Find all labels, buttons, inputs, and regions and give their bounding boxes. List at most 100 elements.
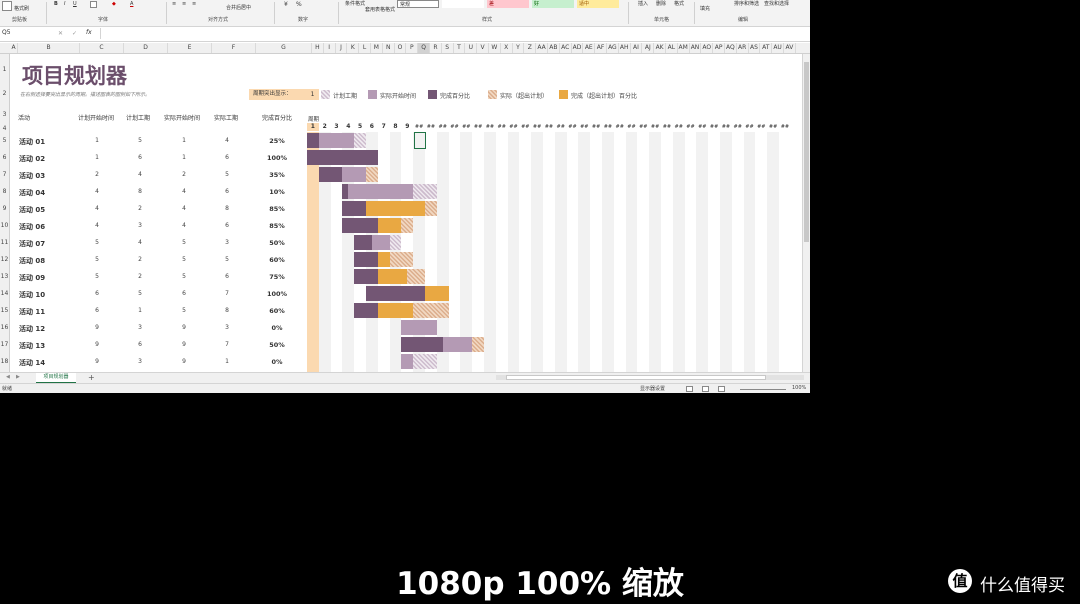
plan-duration-cell[interactable]: 3 (130, 324, 150, 331)
column-header-b[interactable]: B (18, 43, 80, 53)
actual-start-cell[interactable]: 2 (174, 171, 194, 178)
actual-start-cell[interactable]: 4 (174, 222, 194, 229)
plan-start-cell[interactable]: 1 (87, 137, 107, 144)
vertical-scroll-thumb[interactable] (804, 62, 809, 242)
plan-duration-cell[interactable]: 2 (130, 256, 150, 263)
column-header-aj[interactable]: AJ (642, 43, 655, 53)
actual-duration-cell[interactable]: 8 (217, 307, 237, 314)
percent-complete-cell[interactable]: 75% (262, 273, 292, 281)
percent-complete-cell[interactable]: 100% (262, 154, 292, 162)
tab-scroll-left-icon[interactable]: ◀ (6, 374, 10, 380)
insert-button[interactable]: 插入 (638, 0, 648, 7)
column-header-q[interactable]: Q (418, 43, 430, 53)
column-header-r[interactable]: R (430, 43, 442, 53)
actual-start-cell[interactable]: 5 (174, 256, 194, 263)
percent-complete-cell[interactable]: 85% (262, 222, 292, 230)
percent-complete-cell[interactable]: 10% (262, 188, 292, 196)
border-icon[interactable] (90, 1, 97, 8)
percent-complete-cell[interactable]: 0% (262, 324, 292, 332)
style-good[interactable]: 好 (532, 0, 574, 8)
column-header-an[interactable]: AN (690, 43, 702, 53)
actual-start-cell[interactable]: 6 (174, 290, 194, 297)
insert-function-icon[interactable]: fx (86, 29, 92, 36)
font-color-icon[interactable]: A (130, 1, 133, 7)
format-painter-button[interactable]: 格式刷 (14, 5, 29, 12)
paste-icon[interactable] (2, 1, 12, 11)
name-box[interactable]: Q5 (0, 29, 46, 39)
column-header-af[interactable]: AF (595, 43, 607, 53)
worksheet-grid[interactable]: 项目规划器 在右侧选择要突出显示的周期。描述图表的图例如下所示。 周期突出显示：… (10, 54, 802, 372)
row-header-11[interactable]: 11 (0, 239, 9, 246)
currency-icon[interactable]: ¥ (284, 1, 288, 8)
fill-color-icon[interactable]: ◆ (112, 1, 116, 7)
plan-start-cell[interactable]: 5 (87, 273, 107, 280)
percent-complete-cell[interactable]: 0% (262, 358, 292, 366)
actual-start-cell[interactable]: 9 (174, 358, 194, 365)
plan-duration-cell[interactable]: 3 (130, 222, 150, 229)
enter-icon[interactable]: ✓ (72, 30, 77, 37)
activity-name[interactable]: 活动 06 (19, 222, 45, 232)
plan-start-cell[interactable]: 5 (87, 256, 107, 263)
plan-start-cell[interactable]: 4 (87, 205, 107, 212)
column-header-p[interactable]: P (406, 43, 419, 53)
column-header-au[interactable]: AU (772, 43, 784, 53)
plan-start-cell[interactable]: 1 (87, 154, 107, 161)
highlight-period-input[interactable]: 1 (306, 89, 319, 100)
plan-duration-cell[interactable]: 3 (130, 358, 150, 365)
actual-duration-cell[interactable]: 8 (217, 205, 237, 212)
row-header-14[interactable]: 14 (0, 290, 9, 297)
actual-start-cell[interactable]: 1 (174, 154, 194, 161)
column-header-k[interactable]: K (347, 43, 360, 53)
actual-start-cell[interactable]: 1 (174, 137, 194, 144)
activity-name[interactable]: 活动 12 (19, 324, 45, 334)
column-header-ao[interactable]: AO (701, 43, 714, 53)
activity-name[interactable]: 活动 14 (19, 358, 45, 368)
plan-start-cell[interactable]: 9 (87, 341, 107, 348)
plan-start-cell[interactable]: 5 (87, 239, 107, 246)
plan-start-cell[interactable]: 9 (87, 324, 107, 331)
column-header-ag[interactable]: AG (607, 43, 619, 53)
style-blank[interactable] (442, 0, 484, 8)
table-format-button[interactable]: 套用表格格式 (365, 6, 395, 13)
activity-name[interactable]: 活动 09 (19, 273, 45, 283)
plan-duration-cell[interactable]: 6 (130, 341, 150, 348)
column-header-j[interactable]: J (336, 43, 348, 53)
actual-duration-cell[interactable]: 7 (217, 341, 237, 348)
style-bad[interactable]: 差 (487, 0, 529, 8)
percent-complete-cell[interactable]: 100% (262, 290, 292, 298)
style-neutral[interactable]: 适中 (577, 0, 619, 8)
row-header-5[interactable]: 5 (0, 137, 9, 144)
percent-complete-cell[interactable]: 25% (262, 137, 292, 145)
selected-cell[interactable] (414, 132, 426, 149)
column-header-h[interactable]: H (312, 43, 324, 53)
column-header-g[interactable]: G (256, 43, 312, 53)
column-header-a[interactable]: A (10, 43, 18, 53)
actual-duration-cell[interactable]: 7 (217, 290, 237, 297)
percent-complete-cell[interactable]: 60% (262, 256, 292, 264)
column-header-s[interactable]: S (442, 43, 454, 53)
actual-duration-cell[interactable]: 6 (217, 154, 237, 161)
row-header-1[interactable]: 1 (0, 66, 9, 73)
actual-start-cell[interactable]: 5 (174, 273, 194, 280)
actual-start-cell[interactable]: 9 (174, 341, 194, 348)
plan-duration-cell[interactable]: 6 (130, 154, 150, 161)
activity-name[interactable]: 活动 07 (19, 239, 45, 249)
add-sheet-icon[interactable]: + (88, 373, 95, 382)
activity-name[interactable]: 活动 13 (19, 341, 45, 351)
column-header-ab[interactable]: AB (548, 43, 560, 53)
actual-duration-cell[interactable]: 3 (217, 324, 237, 331)
row-header-9[interactable]: 9 (0, 205, 9, 212)
activity-name[interactable]: 活动 11 (19, 307, 45, 317)
activity-name[interactable]: 活动 01 (19, 137, 45, 147)
display-settings-button[interactable]: 显示器设置 (640, 385, 665, 392)
row-header-4[interactable]: 4 (0, 125, 9, 132)
row-header-18[interactable]: 18 (0, 358, 9, 365)
row-header-3[interactable]: 3 (0, 111, 9, 118)
actual-start-cell[interactable]: 9 (174, 324, 194, 331)
plan-duration-cell[interactable]: 5 (130, 137, 150, 144)
column-header-am[interactable]: AM (678, 43, 690, 53)
sort-filter-button[interactable]: 排序和筛选 (734, 0, 759, 7)
column-header-e[interactable]: E (168, 43, 212, 53)
activity-name[interactable]: 活动 05 (19, 205, 45, 215)
actual-duration-cell[interactable]: 6 (217, 273, 237, 280)
